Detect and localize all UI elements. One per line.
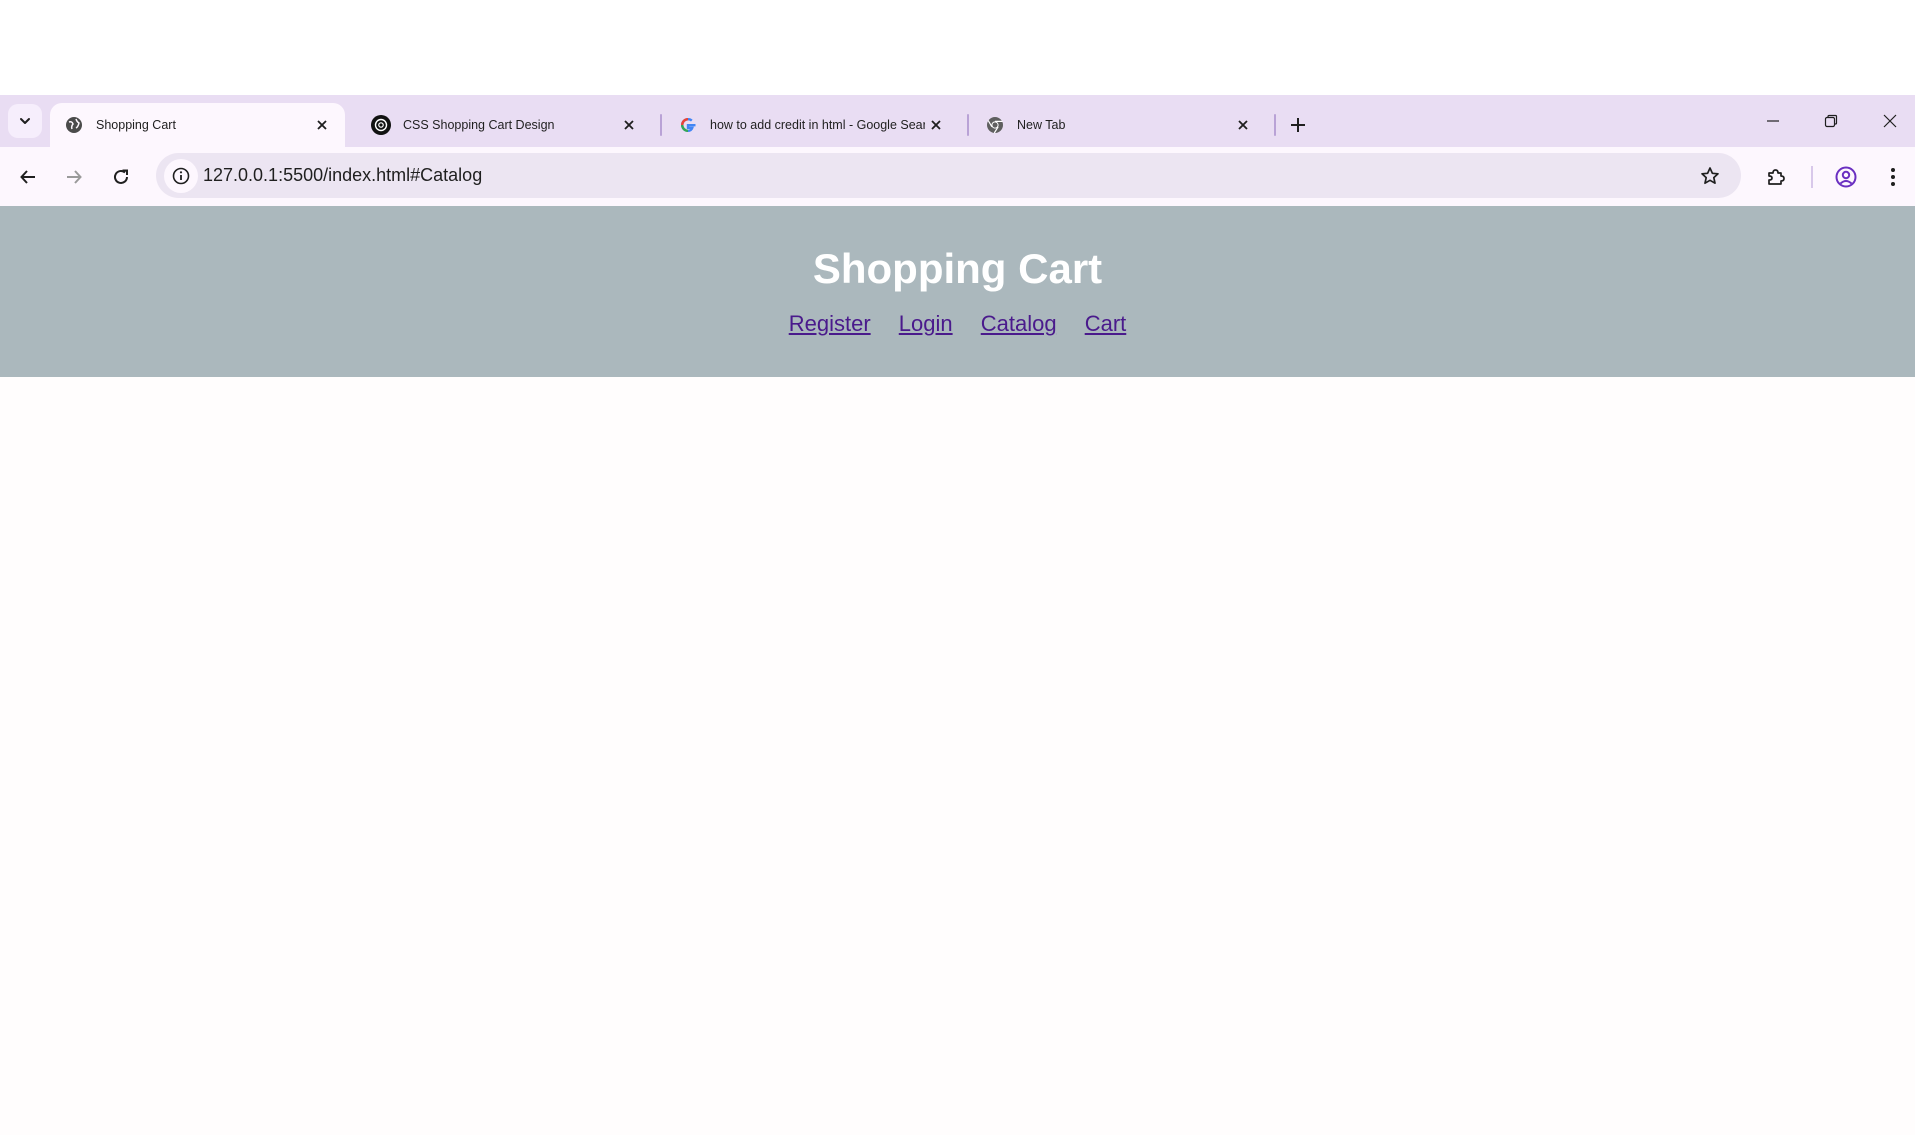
star-icon [1701, 167, 1719, 185]
puzzle-icon [1768, 169, 1785, 185]
forward-arrow-icon [67, 170, 82, 184]
google-icon [678, 115, 698, 135]
nav-link-cart[interactable]: Cart [1085, 311, 1127, 336]
tab-shopping-cart[interactable]: Shopping Cart [50, 103, 345, 147]
tab-separator [660, 114, 662, 136]
back-button[interactable] [11, 160, 45, 194]
openai-icon [371, 115, 391, 135]
tab-title: Shopping Cart [96, 118, 176, 132]
menu-button[interactable] [1876, 160, 1910, 194]
tab-separator [1274, 114, 1276, 136]
chrome-icon [985, 115, 1005, 135]
page-body [0, 377, 1915, 1135]
nav-link-catalog[interactable]: Catalog [981, 311, 1057, 336]
chevron-down-icon [20, 118, 30, 124]
back-arrow-icon [20, 170, 35, 184]
nav-link-login[interactable]: Login [899, 311, 953, 336]
tab-search-button[interactable] [8, 104, 42, 138]
browser-toolbar: 127.0.0.1:5500/index.html#Catalog [0, 147, 1915, 206]
tab-new-tab[interactable]: New Tab [971, 103, 1266, 147]
close-icon [1883, 114, 1897, 128]
minimize-icon [1767, 120, 1779, 122]
restore-icon [1824, 114, 1838, 128]
tab-title: New Tab [1017, 118, 1066, 132]
plus-icon [1291, 118, 1305, 132]
forward-button[interactable] [57, 160, 91, 194]
site-nav: Register Login Catalog Cart [0, 311, 1915, 337]
tab-separator [967, 114, 969, 136]
minimize-button[interactable] [1753, 103, 1793, 139]
url-text[interactable]: 127.0.0.1:5500/index.html#Catalog [203, 153, 1603, 198]
restore-button[interactable] [1811, 103, 1851, 139]
close-window-button[interactable] [1870, 103, 1910, 139]
bookmark-star-button[interactable] [1693, 159, 1727, 193]
close-icon[interactable] [618, 114, 640, 136]
profile-avatar-icon [1835, 166, 1857, 188]
tab-title: how to add credit in html - Google Searc… [710, 118, 925, 132]
reload-icon [114, 169, 128, 184]
screen-top-blank [0, 0, 1915, 95]
tab-title: CSS Shopping Cart Design [403, 118, 555, 132]
kebab-menu-icon [1891, 168, 1895, 186]
site-header: Shopping Cart Register Login Catalog Car… [0, 206, 1915, 377]
globe-icon [64, 115, 84, 135]
nav-link-register[interactable]: Register [789, 311, 871, 336]
tab-css-shopping-cart-design[interactable]: CSS Shopping Cart Design [357, 103, 652, 147]
browser-tab-strip: Shopping Cart CSS Shopping Cart Design h… [0, 95, 1915, 147]
reload-button[interactable] [104, 160, 138, 194]
close-icon[interactable] [311, 114, 333, 136]
new-tab-button[interactable] [1282, 109, 1314, 141]
profile-button[interactable] [1829, 160, 1863, 194]
close-icon[interactable] [1232, 114, 1254, 136]
info-icon [172, 167, 190, 185]
extensions-button[interactable] [1759, 160, 1793, 194]
site-info-button[interactable] [164, 159, 198, 193]
address-bar[interactable]: 127.0.0.1:5500/index.html#Catalog [156, 153, 1741, 198]
close-icon[interactable] [925, 114, 947, 136]
page-title: Shopping Cart [812, 245, 1103, 292]
tab-google-search[interactable]: how to add credit in html - Google Searc… [664, 103, 959, 147]
toolbar-divider [1811, 166, 1813, 188]
